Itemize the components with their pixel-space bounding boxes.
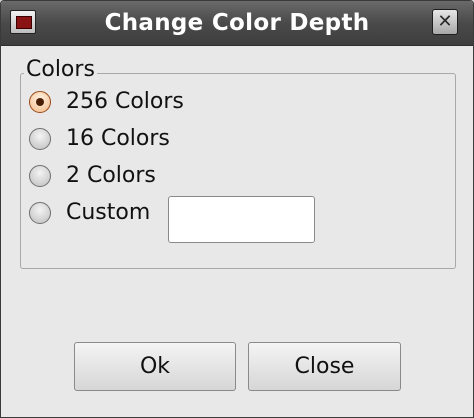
colors-group-label: Colors (24, 57, 97, 83)
radio-unchecked-icon[interactable] (29, 128, 51, 150)
radio-unchecked-icon[interactable] (29, 165, 51, 187)
radio-checked-icon[interactable] (29, 91, 51, 113)
option-label[interactable]: Custom (66, 198, 150, 228)
close-icon[interactable]: ✕ (432, 9, 458, 35)
dialog-window: Change Color Depth ✕ Colors 256 Colors 1… (0, 0, 474, 418)
option-label[interactable]: 256 Colors (66, 87, 184, 117)
window-title: Change Color Depth (104, 10, 370, 36)
ok-button[interactable]: Ok (74, 342, 236, 391)
option-label[interactable]: 2 Colors (66, 161, 156, 191)
title-bar[interactable]: Change Color Depth ✕ (1, 1, 473, 46)
option-label[interactable]: 16 Colors (66, 124, 170, 154)
custom-depth-input[interactable] (168, 196, 315, 243)
close-button[interactable]: Close (248, 342, 401, 391)
radio-dot (36, 98, 44, 106)
radio-unchecked-icon[interactable] (29, 202, 51, 224)
